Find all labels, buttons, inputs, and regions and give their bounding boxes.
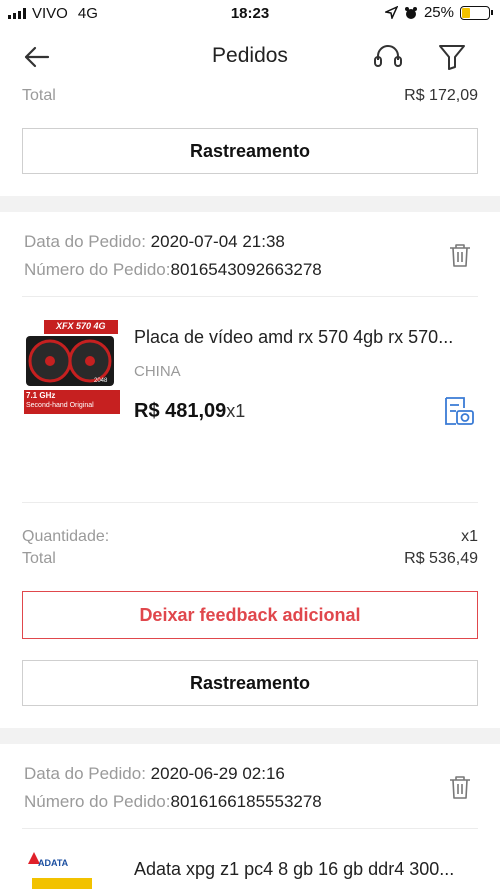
order-date-label: Data do Pedido: [24,232,146,251]
product-title[interactable]: Placa de vídeo amd rx 570 4gb rx 570... [134,327,479,348]
order-number-label: Número do Pedido: [24,260,171,279]
divider [22,828,478,829]
headset-icon[interactable] [372,42,404,72]
divider [22,296,478,297]
total-value: R$ 536,49 [404,550,478,567]
battery-percent: 25% [423,4,454,21]
feedback-button[interactable]: Deixar feedback adicional [22,591,478,639]
adata-logo-icon [28,852,92,889]
trash-icon[interactable] [448,242,472,268]
thumb-note-text: Second-hand Original [26,402,94,409]
thumb-speed-text: 7.1 GHz [26,391,56,400]
order-number: Número do Pedido:8016543092663278 [24,260,322,280]
product-thumbnail[interactable]: ADATA [24,850,120,889]
filter-icon[interactable] [437,42,467,72]
alarm-icon [404,6,417,19]
total-label: Total [22,87,56,104]
order-date: Data do Pedido: 2020-06-29 02:16 [24,764,285,784]
order-date-value: 2020-07-04 21:38 [150,232,285,251]
order-card: Data do Pedido: 2020-06-29 02:16 Número … [0,744,500,889]
tracking-button[interactable]: Rastreamento [22,660,478,706]
status-right: 25% [384,4,493,21]
order-number-value: 8016543092663278 [170,260,322,279]
brand-logo-text: ADATA [38,858,69,868]
tracking-button[interactable]: Rastreamento [22,128,478,174]
quantity-label: Quantidade: [22,528,110,545]
nav-bar: Pedidos [0,28,500,84]
product-origin: CHINA [134,363,181,380]
total-label: Total [22,550,56,567]
total-value: R$ 172,09 [404,87,478,104]
thumb-badge-text: 2048 [94,378,108,384]
order-card: Data do Pedido: 2020-07-04 21:38 Número … [0,212,500,728]
status-bar: VIVO 4G 18:23 25% [0,0,500,28]
receipt-camera-icon[interactable] [442,396,476,428]
product-thumbnail[interactable]: XFX 570 4G 2048 7.1 GHz Second-hand Orig… [24,318,120,414]
page-title: Pedidos [212,44,288,67]
order-number-value: 8016166185553278 [170,792,322,811]
order-number-label: Número do Pedido: [24,792,171,811]
product-price: R$ 481,09x1 [134,400,245,423]
trash-icon[interactable] [448,774,472,800]
product-title[interactable]: Adata xpg z1 pc4 8 gb 16 gb ddr4 300... [134,859,479,880]
divider [22,502,478,503]
order-number: Número do Pedido:8016166185553278 [24,792,322,812]
order-date-value: 2020-06-29 02:16 [150,764,285,783]
thumb-model-text: XFX 570 4G [56,321,106,331]
order-date: Data do Pedido: 2020-07-04 21:38 [24,232,285,252]
product-price-value: R$ 481,09 [134,400,227,422]
product-qty: x1 [226,401,246,421]
battery-icon [460,5,493,20]
previous-order-card: Total R$ 172,09 Rastreamento [0,84,500,196]
location-arrow-icon [384,6,398,19]
quantity-value: x1 [461,528,478,545]
order-date-label: Data do Pedido: [24,764,146,783]
